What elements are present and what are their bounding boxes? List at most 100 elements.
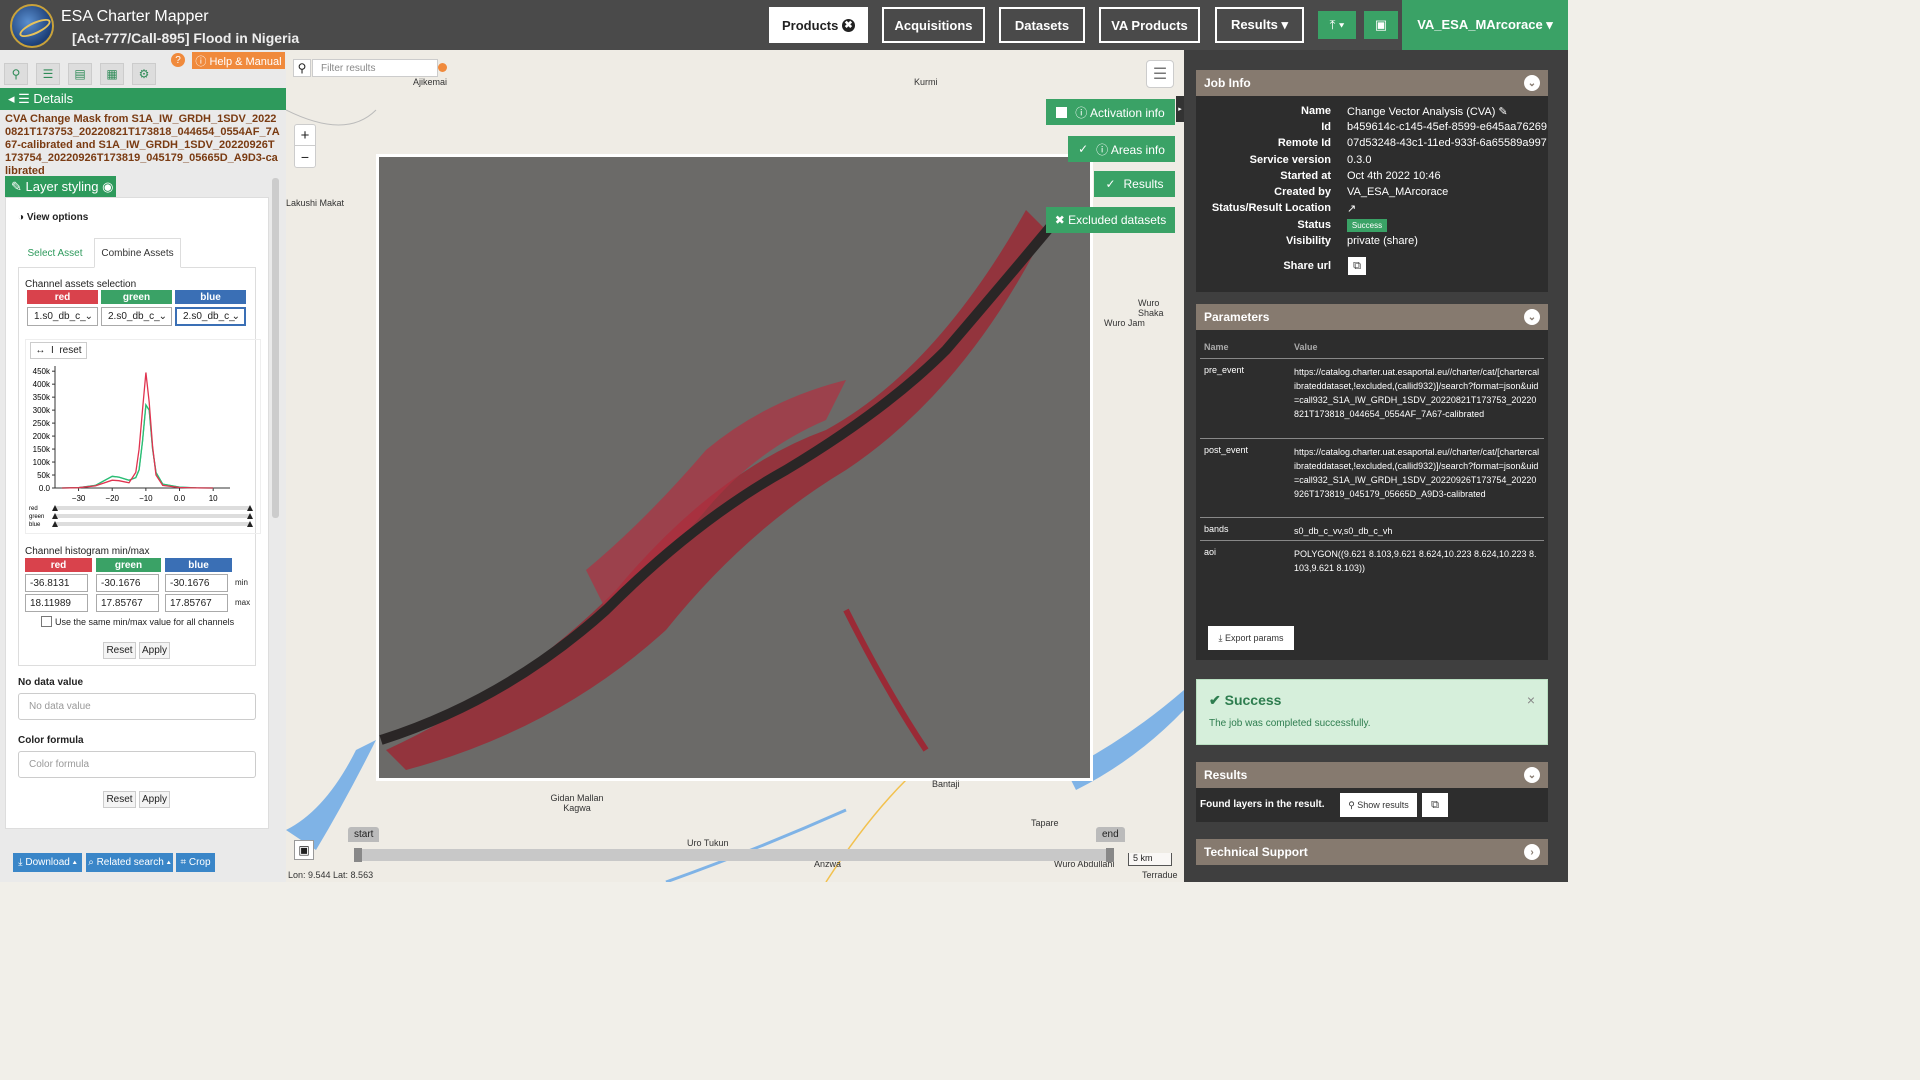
cursor-coordinates: Lon: 9.544 Lat: 8.563 xyxy=(288,870,374,880)
series-line-blue xyxy=(61,402,214,489)
place-label: Gidan Mallan Kagwa xyxy=(550,793,604,813)
excluded-datasets-button[interactable]: ✖ Excluded datasets xyxy=(1046,207,1175,233)
timeline-end-handle[interactable] xyxy=(1106,848,1114,862)
copy-icon[interactable]: ⧉ xyxy=(1422,793,1448,817)
series-line-red xyxy=(61,372,214,489)
pan-icon[interactable]: ↔ xyxy=(35,345,45,356)
chevron-down-icon[interactable]: ⌄ xyxy=(1524,309,1540,325)
check-icon: ✓ xyxy=(1105,177,1116,191)
search-icon[interactable]: ⚲ xyxy=(4,63,28,85)
chevron-down-icon[interactable]: ⌄ xyxy=(1524,767,1540,783)
success-alert: ✔ Success The job was completed successf… xyxy=(1196,679,1548,745)
close-icon[interactable]: × xyxy=(1527,692,1535,708)
no-data-label: No data value xyxy=(18,677,84,688)
details-bar[interactable]: ◂ ☰ Details xyxy=(0,88,286,110)
job-started-key: Started at xyxy=(1280,170,1331,182)
tab-products[interactable]: Products ✖ xyxy=(769,7,868,43)
copy-icon[interactable]: ⧉ xyxy=(1348,257,1366,275)
place-label: Tapare xyxy=(1031,818,1059,828)
chevron-down-icon[interactable]: ⌄ xyxy=(1524,75,1540,91)
tab-combine-assets[interactable]: Combine Assets xyxy=(94,238,181,268)
activation-checkbox[interactable] xyxy=(1056,106,1068,118)
reset-zoom-button[interactable]: reset xyxy=(59,345,81,356)
timeline-start-handle[interactable] xyxy=(354,848,362,862)
blue-channel-label: blue xyxy=(175,290,246,304)
blue-max-input[interactable]: 17.85767 xyxy=(165,594,228,612)
areas-info-button[interactable]: ✓ ⓘ Areas info xyxy=(1068,136,1175,162)
select-icon[interactable]: I xyxy=(51,345,54,356)
place-label: Ajikemai xyxy=(413,77,448,87)
minmax-reset-button[interactable]: Reset xyxy=(103,642,136,659)
slider-label-blue: blue xyxy=(29,522,41,528)
param-value-header: Value xyxy=(1294,342,1318,352)
formula-apply-button[interactable]: Apply xyxy=(139,791,170,808)
activation-info-button[interactable]: ⓘ Activation info xyxy=(1046,99,1175,125)
download-button[interactable]: ⤓ Download ▴ xyxy=(13,853,82,872)
show-results-button[interactable]: ⚲ Show results xyxy=(1340,793,1417,817)
filter-results-input[interactable]: Filter results xyxy=(312,59,438,77)
export-params-button[interactable]: ⤓ Export params xyxy=(1208,626,1294,650)
fullscreen-icon[interactable]: ▣ xyxy=(294,840,314,860)
blue-channel-select[interactable]: 2.s0_db_c_ ⌄ xyxy=(175,307,246,326)
related-search-button[interactable]: ⌕ Related search ▴ xyxy=(86,853,173,872)
green-channel-select[interactable]: 2.s0_db_c_ ⌄ xyxy=(101,307,172,326)
same-minmax-checkbox[interactable] xyxy=(41,616,52,627)
info-icon xyxy=(438,63,447,72)
external-link-icon[interactable]: ↗ xyxy=(1347,202,1547,215)
param-name: post_event xyxy=(1204,445,1249,455)
red-max-input[interactable]: 18.11989 xyxy=(25,594,88,612)
zoom-out-button[interactable]: − xyxy=(295,146,315,167)
basemap xyxy=(286,109,1184,882)
check-icon: ✓ xyxy=(1078,142,1089,156)
tab-acquisitions[interactable]: Acquisitions xyxy=(882,7,985,43)
zoom-in-button[interactable]: + xyxy=(295,125,315,146)
no-data-input[interactable]: No data value xyxy=(18,693,256,720)
layer-styling-header[interactable]: ✎ Layer styling ◉ xyxy=(5,176,116,197)
panel-scrollbar[interactable] xyxy=(272,178,279,518)
chevron-right-icon[interactable]: ▸ xyxy=(1176,96,1184,122)
job-info-header[interactable]: Job Info ⌄ xyxy=(1196,70,1548,96)
red-channel-select[interactable]: 1.s0_db_c_ ⌄ xyxy=(27,307,98,326)
crop-button[interactable]: ⌗ Crop xyxy=(176,853,215,872)
share-url-key: Share url xyxy=(1283,260,1331,272)
tab-select-asset[interactable]: Select Asset xyxy=(22,238,88,268)
red-min-input[interactable]: -36.8131 xyxy=(25,574,88,592)
tab-results[interactable]: Results ▾ xyxy=(1215,7,1304,43)
red-channel-value: 1.s0_db_c_ xyxy=(34,311,86,322)
list-icon[interactable]: ☰ xyxy=(36,63,60,85)
job-visibility-value[interactable]: private (share) xyxy=(1347,235,1547,247)
parameters-header[interactable]: Parameters ⌄ xyxy=(1196,304,1548,330)
upload-button[interactable]: ⤒ ▾ xyxy=(1318,11,1356,39)
layers-icon[interactable]: ☰ xyxy=(1146,60,1174,88)
blue-min-input[interactable]: -30.1676 xyxy=(165,574,228,592)
green-max-input[interactable]: 17.85767 xyxy=(96,594,159,612)
gear-icon[interactable]: ⚙ xyxy=(132,63,156,85)
tab-va-products[interactable]: VA Products xyxy=(1099,7,1200,43)
search-icon[interactable]: ⚲ xyxy=(293,59,311,77)
y-tick-label: 200k xyxy=(33,432,51,441)
user-menu-button[interactable]: VA_ESA_MArcorace ▾ xyxy=(1402,0,1568,50)
help-manual-button[interactable]: ⓘ Help & Manual xyxy=(192,52,285,69)
results-toggle-button[interactable]: ✓ Results xyxy=(1094,171,1175,197)
help-question-icon[interactable]: ? xyxy=(171,53,185,67)
color-formula-input[interactable]: Color formula xyxy=(18,751,256,778)
chevron-right-icon[interactable]: › xyxy=(1524,844,1540,860)
archive-icon[interactable]: ▦ xyxy=(100,63,124,85)
tab-datasets[interactable]: Datasets xyxy=(999,7,1085,43)
basket-icon[interactable]: ▤ xyxy=(68,63,92,85)
x-tick-label: 10 xyxy=(209,494,218,503)
briefcase-button[interactable]: ▣ xyxy=(1364,11,1398,39)
timeline-slider[interactable] xyxy=(358,849,1110,861)
activation-title: [Act-777/Call-895] Flood in Nigeria xyxy=(72,30,300,46)
map-viewer[interactable]: ⚲ Filter results + − ☰ ⓘ Activation info… xyxy=(286,50,1184,882)
status-badge: Success xyxy=(1347,219,1387,232)
close-icon[interactable]: ✖ xyxy=(841,18,855,32)
results-header[interactable]: Results ⌄ xyxy=(1196,762,1548,788)
green-min-input[interactable]: -30.1676 xyxy=(96,574,159,592)
formula-reset-button[interactable]: Reset xyxy=(103,791,136,808)
minmax-apply-button[interactable]: Apply xyxy=(139,642,170,659)
technical-support-header[interactable]: Technical Support › xyxy=(1196,839,1548,865)
histogram-chart: 0.0 50k 100k 150k 200k 250k 300k 350k 400k 450k −3… xyxy=(29,366,253,528)
param-row: bands s0_db_c_vv,s0_db_c_vh xyxy=(1200,517,1544,540)
place-label: Bantaji xyxy=(932,779,960,789)
